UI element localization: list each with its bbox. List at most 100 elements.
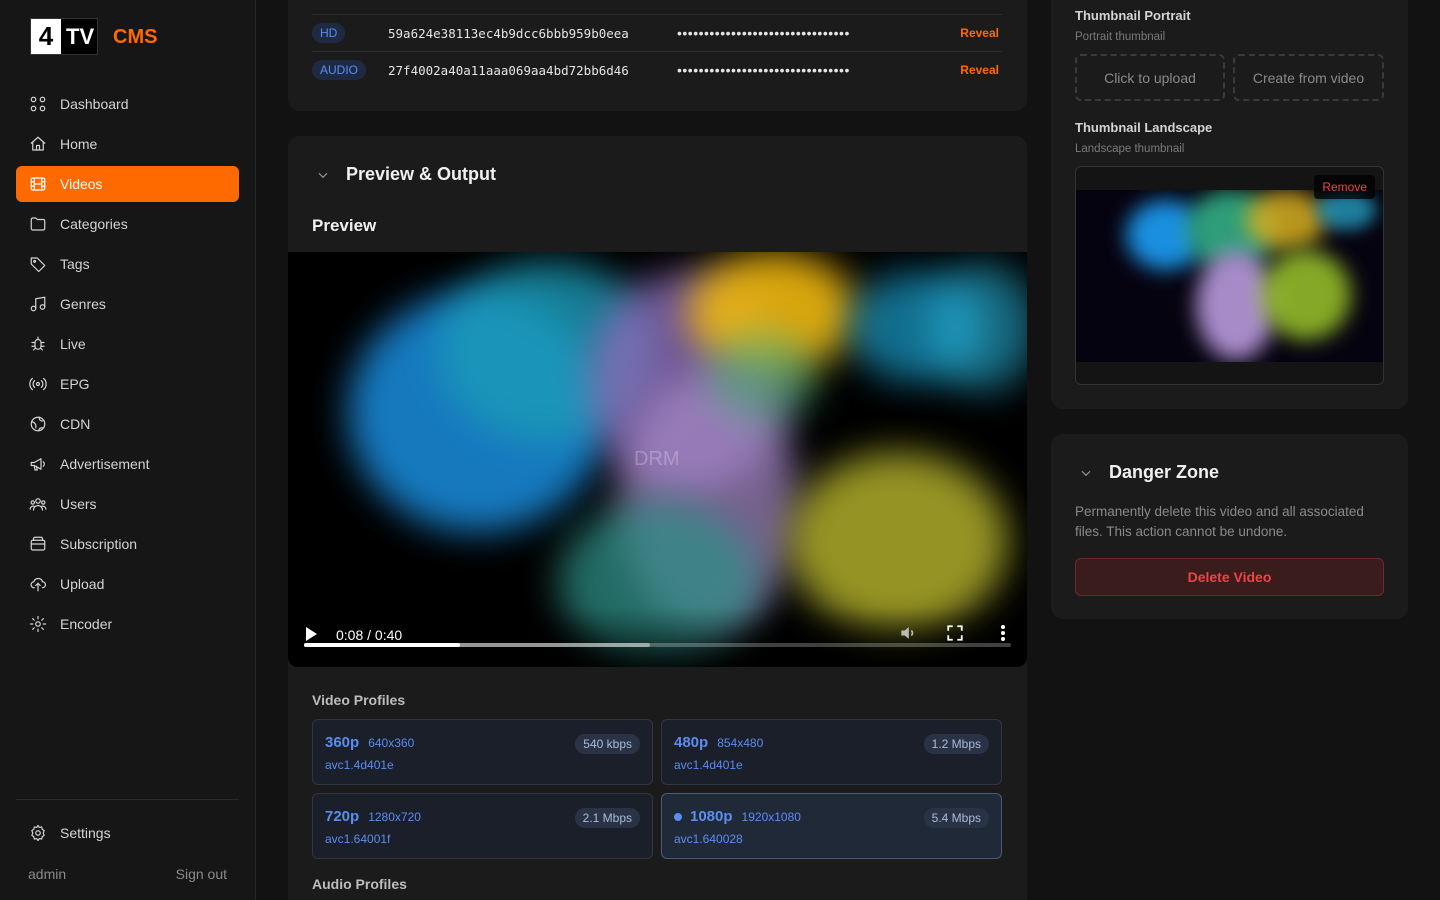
video-player[interactable]: DRM 0:08 / 0:40	[288, 252, 1027, 667]
key-id: 59a624e38113ec4b9dcc6bbb959b0eea	[388, 25, 629, 41]
key-label-badge: HD	[312, 23, 346, 43]
film-icon	[30, 177, 46, 191]
volume-icon[interactable]	[898, 623, 918, 643]
sidebar-item-label: Encoder	[60, 616, 113, 632]
folder-icon	[30, 217, 46, 231]
sidebar-item-label: Genres	[60, 296, 106, 312]
create-from-video-button[interactable]: Create from video	[1233, 54, 1384, 101]
reveal-button[interactable]: Reveal	[960, 26, 999, 40]
sidebar-item-label: Users	[60, 496, 97, 512]
sidebar-item-cdn[interactable]: CDN	[16, 406, 239, 442]
profile-resolution: 360p	[325, 734, 360, 751]
sidebar-nav: Dashboard Home Videos Categories Tags Ge…	[16, 86, 239, 646]
sidebar-item-label: Home	[60, 136, 98, 152]
danger-zone-header[interactable]: Danger Zone	[1079, 462, 1219, 483]
thumbnail-portrait-title: Thumbnail Portrait	[1075, 8, 1191, 23]
play-icon[interactable]	[306, 627, 317, 641]
sidebar-footer: admin Sign out	[28, 866, 227, 882]
app-logo[interactable]: 4 TV CMS	[30, 18, 157, 55]
profile-bitrate-badge: 5.4 Mbps	[923, 808, 989, 828]
more-vertical-icon[interactable]	[998, 623, 1008, 643]
sign-out-link[interactable]: Sign out	[176, 866, 227, 882]
sidebar-item-users[interactable]: Users	[16, 486, 239, 522]
profile-codec: avc1.4d401e	[674, 758, 743, 772]
profile-resolution: 1080p	[690, 808, 733, 825]
thumbnail-landscape-title: Thumbnail Landscape	[1075, 120, 1213, 135]
seek-played	[304, 643, 460, 647]
sidebar-item-advertisement[interactable]: Advertisement	[16, 446, 239, 482]
sidebar-item-dashboard[interactable]: Dashboard	[16, 86, 239, 122]
logo-cms-text: CMS	[113, 26, 158, 48]
chevron-down-icon	[1081, 470, 1091, 476]
sidebar-item-label: Categories	[60, 216, 128, 232]
key-masked: ••••••••••••••••••••••••••••••••	[677, 25, 850, 41]
landscape-thumbnail: Remove	[1075, 166, 1384, 385]
sidebar-item-genres[interactable]: Genres	[16, 286, 239, 322]
sidebar-item-videos[interactable]: Videos	[16, 166, 239, 202]
megaphone-icon	[30, 458, 45, 471]
settings-gear-icon	[31, 824, 45, 842]
video-profile-card-selected[interactable]: 1080p 1920x1080 avc1.640028 5.4 Mbps	[661, 793, 1002, 859]
section-title: Preview & Output	[346, 164, 497, 184]
video-profile-card[interactable]: 720p 1280x720 avc1.64001f 2.1 Mbps	[312, 793, 653, 859]
sidebar-item-settings[interactable]: Settings	[16, 815, 239, 851]
sidebar-item-live[interactable]: Live	[16, 326, 239, 362]
video-profile-card[interactable]: 360p 640x360 avc1.4d401e 540 kbps	[312, 719, 653, 785]
music-icon	[30, 296, 46, 312]
video-profiles-label: Video Profiles	[312, 692, 406, 708]
reveal-button[interactable]: Reveal	[960, 63, 999, 77]
globe-icon	[30, 416, 46, 432]
logo-number: 4	[31, 19, 61, 54]
profile-dimensions: 1280x720	[368, 810, 421, 824]
sidebar-item-label: Live	[60, 336, 86, 352]
sidebar-item-subscription[interactable]: Subscription	[16, 526, 239, 562]
grid-icon	[30, 96, 46, 112]
bug-icon	[31, 336, 45, 351]
delete-video-button[interactable]: Delete Video	[1075, 558, 1384, 596]
section-title: Danger Zone	[1109, 462, 1220, 482]
drm-watermark: DRM	[634, 448, 680, 470]
tag-icon	[30, 257, 46, 273]
sidebar-item-label: Tags	[60, 256, 90, 272]
sidebar: 4 TV CMS Dashboard Home Videos Categorie…	[0, 0, 256, 900]
fullscreen-icon[interactable]	[946, 624, 964, 642]
thumbnail-image	[1076, 190, 1383, 362]
preview-label: Preview	[312, 216, 377, 235]
click-to-upload-button[interactable]: Click to upload	[1075, 54, 1225, 101]
logo-mark: 4 TV	[30, 18, 98, 55]
profile-bitrate-badge: 540 kbps	[575, 734, 640, 754]
profile-resolution: 480p	[674, 734, 709, 751]
sidebar-item-epg[interactable]: EPG	[16, 366, 239, 402]
table-row: AUDIO 27f4002a40a11aaa069aa4bd72bb6d46 •…	[312, 51, 1002, 88]
sidebar-item-categories[interactable]: Categories	[16, 206, 239, 242]
audio-profiles-label: Audio Profiles	[312, 876, 407, 892]
seek-bar[interactable]	[304, 643, 1011, 647]
profile-bitrate-badge: 1.2 Mbps	[923, 734, 989, 754]
key-masked: ••••••••••••••••••••••••••••••••	[677, 62, 850, 78]
profile-dimensions: 854x480	[717, 736, 764, 750]
sidebar-item-tags[interactable]: Tags	[16, 246, 239, 282]
player-time: 0:08 / 0:40	[336, 627, 403, 643]
profile-codec: avc1.64001f	[325, 832, 391, 846]
selected-dot-icon	[674, 813, 682, 821]
sidebar-item-label: CDN	[60, 416, 91, 432]
profile-resolution: 720p	[325, 808, 360, 825]
sidebar-item-label: Upload	[60, 576, 105, 592]
video-profile-card[interactable]: 480p 854x480 avc1.4d401e 1.2 Mbps	[661, 719, 1002, 785]
player-controls: 0:08 / 0:40	[288, 607, 1027, 667]
remove-thumbnail-button[interactable]: Remove	[1314, 175, 1375, 199]
chevron-down-icon	[318, 172, 328, 178]
sidebar-item-label: Videos	[60, 176, 103, 192]
sidebar-item-upload[interactable]: Upload	[16, 566, 239, 602]
sidebar-item-label: Subscription	[60, 536, 138, 552]
thumbnail-portrait-hint: Portrait thumbnail	[1075, 31, 1166, 43]
sidebar-item-home[interactable]: Home	[16, 126, 239, 162]
broadcast-icon	[29, 377, 47, 391]
thumbnail-landscape-hint: Landscape thumbnail	[1075, 143, 1185, 155]
danger-description: Permanently delete this video and all as…	[1075, 504, 1364, 539]
preview-output-header[interactable]: Preview & Output	[316, 164, 496, 185]
wallet-icon	[30, 536, 46, 551]
sidebar-item-encoder[interactable]: Encoder	[16, 606, 239, 642]
cog-icon	[29, 615, 47, 633]
table-row: HD 59a624e38113ec4b9dcc6bbb959b0eea ••••…	[312, 14, 1002, 51]
